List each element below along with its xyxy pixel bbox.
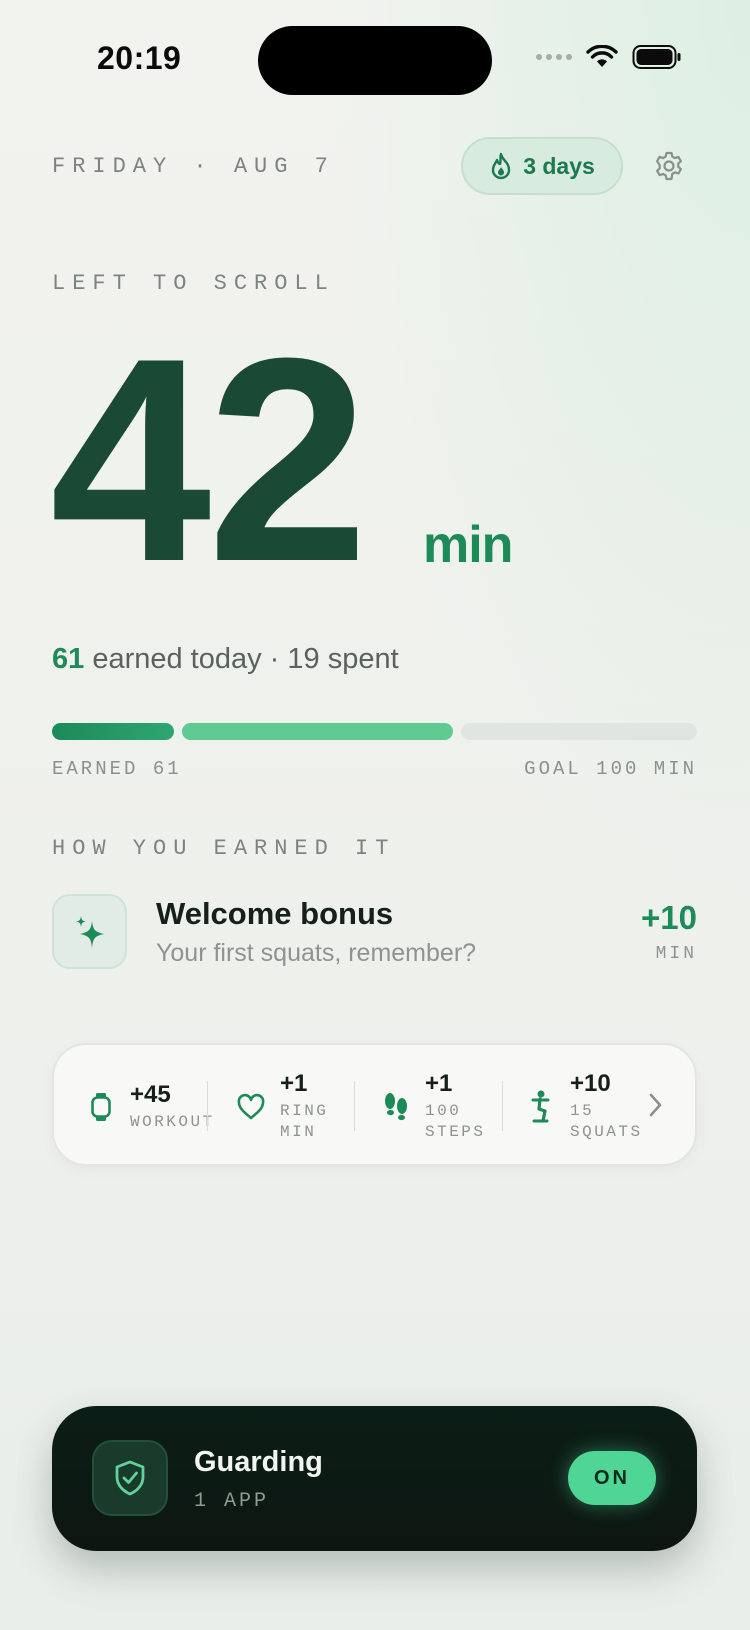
guard-icon-tile: [92, 1440, 168, 1516]
chevron-right-icon[interactable]: [648, 1091, 664, 1119]
streak-badge[interactable]: 3 days: [461, 137, 623, 195]
stat-divider: [502, 1081, 503, 1131]
stat-divider: [354, 1081, 355, 1131]
stat-ring[interactable]: +1 RING MIN: [234, 1045, 360, 1168]
gear-icon[interactable]: [653, 150, 685, 182]
progress-earned-segment: [52, 723, 174, 740]
stat-value: +1: [280, 1070, 308, 1098]
bonus-icon-tile: [52, 894, 127, 969]
stat-steps[interactable]: +1 100 STEPS: [379, 1045, 515, 1168]
stat-workout[interactable]: +45 WORKOUT: [84, 1045, 215, 1168]
sparkle-icon: [75, 915, 104, 948]
wifi-icon: [586, 45, 618, 67]
activity-stats-card[interactable]: +45 WORKOUT +1 RING MIN +1 100 STEPS +10…: [52, 1043, 697, 1166]
balance-label: LEFT TO SCROLL: [52, 271, 335, 296]
earned-summary: 61 earned today · 19 spent: [52, 643, 399, 676]
stat-label: RING MIN: [280, 1102, 329, 1141]
earned-today-value: 61: [52, 643, 85, 675]
progress-goal-label: GOAL 100 MIN: [524, 758, 697, 780]
heart-icon: [237, 1093, 265, 1119]
stat-value: +10: [570, 1070, 611, 1098]
battery-icon: [632, 45, 681, 69]
dynamic-island: [258, 26, 492, 95]
shield-check-icon: [115, 1460, 145, 1496]
balance-value: 42: [50, 298, 369, 622]
squat-icon: [531, 1090, 550, 1123]
streak-label: 3 days: [523, 152, 595, 179]
stat-divider: [207, 1081, 208, 1131]
progress-spent-segment: [182, 723, 453, 740]
status-time: 20:19: [97, 40, 182, 76]
status-icons: [536, 44, 682, 70]
stat-label: 15 SQUATS: [570, 1102, 643, 1141]
guard-toggle-label: ON: [594, 1466, 630, 1489]
earned-summary-text: earned today · 19 spent: [84, 643, 399, 675]
progress-remaining-segment: [461, 723, 697, 740]
balance-unit: min: [423, 516, 513, 574]
stat-value: +45: [130, 1080, 171, 1108]
guarding-card[interactable]: Guarding 1 APP ON: [52, 1406, 697, 1551]
earnings-section-label: HOW YOU EARNED IT: [52, 836, 396, 861]
footprints-icon: [385, 1092, 407, 1120]
earning-item-unit: MIN: [655, 944, 697, 964]
earning-item-value: +10: [641, 899, 697, 936]
watch-icon: [91, 1092, 111, 1121]
signal-icon: [536, 54, 572, 60]
earning-item-title: Welcome bonus: [156, 896, 394, 931]
guard-title: Guarding: [194, 1446, 323, 1478]
guard-toggle[interactable]: ON: [568, 1451, 656, 1505]
progress-earned-label: EARNED 61: [52, 758, 182, 780]
flame-icon: [491, 152, 511, 180]
stat-label: WORKOUT: [130, 1112, 215, 1131]
date-label: FRIDAY · AUG 7: [52, 154, 335, 179]
guard-subtitle: 1 APP: [194, 1490, 270, 1513]
stat-squats[interactable]: +10 15 SQUATS: [524, 1045, 660, 1168]
earning-item-subtitle: Your first squats, remember?: [156, 939, 477, 967]
